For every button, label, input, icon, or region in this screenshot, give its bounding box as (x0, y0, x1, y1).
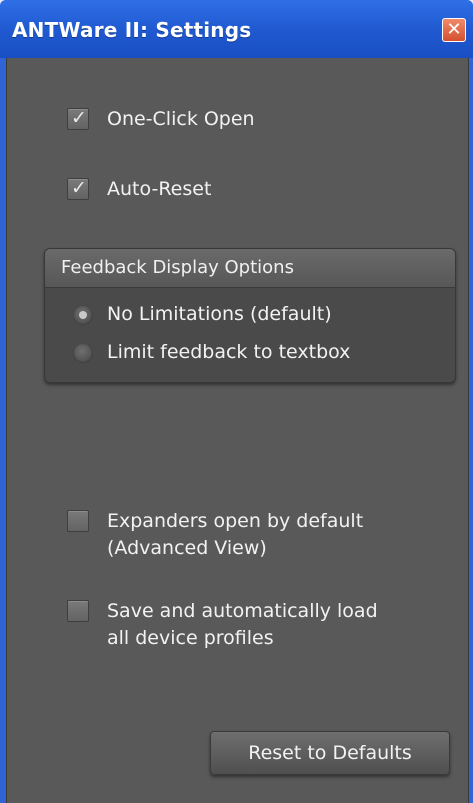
window-title: ANTWare II: Settings (12, 18, 252, 42)
settings-panel: ✓ One-Click Open ✓ Auto-Reset Feedback D… (6, 58, 469, 803)
save-profiles-label-line2: all device profiles (107, 627, 274, 649)
one-click-open-checkbox[interactable]: ✓ (67, 107, 89, 130)
expanders-open-label-line2: (Advanced View) (107, 537, 267, 559)
radio-button[interactable] (73, 343, 93, 363)
checkmark-icon: ✓ (71, 107, 87, 129)
close-icon: ✕ (446, 19, 462, 40)
checkmark-icon: ✓ (71, 177, 87, 199)
close-button[interactable]: ✕ (442, 18, 466, 42)
auto-reset-label: Auto-Reset (107, 178, 212, 200)
group-title: Feedback Display Options (61, 257, 294, 278)
radio-selected-dot (79, 311, 87, 319)
one-click-open-label: One-Click Open (107, 108, 255, 130)
auto-reset-checkbox[interactable]: ✓ (67, 177, 89, 200)
save-profiles-label-line1: Save and automatically load (107, 600, 378, 622)
radio-label: Limit feedback to textbox (107, 341, 351, 363)
expanders-open-checkbox[interactable] (67, 510, 89, 532)
reset-to-defaults-button[interactable]: Reset to Defaults (210, 731, 450, 775)
title-bar[interactable]: ANTWare II: Settings ✕ (0, 0, 473, 58)
save-profiles-checkbox[interactable] (67, 600, 89, 622)
radio-button[interactable] (73, 305, 93, 325)
expanders-open-label-line1: Expanders open by default (107, 510, 364, 532)
group-header: Feedback Display Options (45, 249, 455, 288)
settings-window: ANTWare II: Settings ✕ ✓ One-Click Open … (0, 0, 473, 803)
radio-label: No Limitations (default) (107, 303, 332, 325)
feedback-display-options-group: Feedback Display Options No Limitations … (44, 248, 456, 383)
